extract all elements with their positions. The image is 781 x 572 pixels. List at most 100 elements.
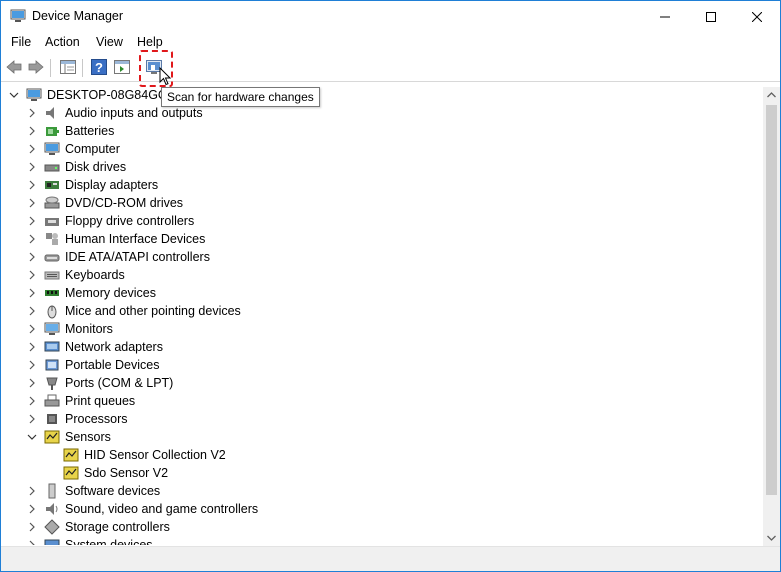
expand-chevron-icon[interactable] <box>26 323 38 335</box>
expand-chevron-icon[interactable] <box>26 359 38 371</box>
vertical-scrollbar[interactable] <box>763 87 780 546</box>
tree-item-label: Network adapters <box>65 340 163 354</box>
menu-action[interactable]: Action <box>45 35 80 49</box>
tree-item-label: Ports (COM & LPT) <box>65 376 174 390</box>
expand-chevron-icon[interactable] <box>26 125 38 137</box>
computer-icon <box>44 141 60 157</box>
back-button[interactable] <box>4 57 24 77</box>
tree-category[interactable]: Computer <box>26 140 120 158</box>
expand-chevron-icon[interactable] <box>26 503 38 515</box>
printer-icon <box>44 393 60 409</box>
expand-chevron-icon[interactable] <box>26 521 38 533</box>
title-bar: Device Manager <box>1 1 780 32</box>
tree-category[interactable]: Human Interface Devices <box>26 230 205 248</box>
expand-chevron-icon[interactable] <box>26 179 38 191</box>
dvd-drive-icon <box>44 195 60 211</box>
expand-chevron-icon[interactable] <box>26 143 38 155</box>
tree-category[interactable]: Processors <box>26 410 128 428</box>
tree-category[interactable]: Batteries <box>26 122 114 140</box>
tree-device[interactable]: HID Sensor Collection V2 <box>45 446 226 464</box>
tree-category[interactable]: Sound, video and game controllers <box>26 500 258 518</box>
speaker-icon <box>44 105 60 121</box>
scroll-thumb[interactable] <box>766 105 777 495</box>
tree-device[interactable]: Sdo Sensor V2 <box>45 464 168 482</box>
tree-item-label: Audio inputs and outputs <box>65 106 203 120</box>
sensor-device-icon <box>63 447 79 463</box>
tree-category[interactable]: Mice and other pointing devices <box>26 302 241 320</box>
expand-chevron-icon[interactable] <box>26 539 38 545</box>
help-button[interactable]: ? <box>89 57 109 77</box>
show-hide-console-tree-button[interactable] <box>58 57 78 77</box>
tree-item-label: Batteries <box>65 124 115 138</box>
tree-item-label: Computer <box>65 142 120 156</box>
console-tree-icon <box>60 60 76 74</box>
menu-help[interactable]: Help <box>137 35 163 49</box>
menu-view[interactable]: View <box>96 35 123 49</box>
expand-chevron-icon[interactable] <box>26 341 38 353</box>
tree-root[interactable]: DESKTOP-08G84GC <box>8 86 167 104</box>
expand-chevron-icon[interactable] <box>26 485 38 497</box>
collapse-chevron-icon[interactable] <box>26 431 38 443</box>
expand-chevron-icon[interactable] <box>26 413 38 425</box>
tree-category[interactable]: Disk drives <box>26 158 126 176</box>
scroll-down-arrow-icon[interactable] <box>767 535 776 541</box>
expand-chevron-icon[interactable] <box>26 269 38 281</box>
tree-item-label: Sound, video and game controllers <box>65 502 259 516</box>
tree-category[interactable]: Monitors <box>26 320 113 338</box>
expand-chevron-icon[interactable] <box>26 233 38 245</box>
tree-item-label: Memory devices <box>65 286 156 300</box>
expand-chevron-icon[interactable] <box>26 305 38 317</box>
device-manager-icon <box>10 9 26 22</box>
tree-item-label: Sdo Sensor V2 <box>84 466 169 480</box>
device-manager-window: Device Manager File Action View Help ? S… <box>0 0 781 572</box>
forward-button[interactable] <box>26 57 46 77</box>
tree-item-label: Floppy drive controllers <box>65 214 195 228</box>
collapse-chevron-icon[interactable] <box>8 89 20 101</box>
tree-category[interactable]: Storage controllers <box>26 518 170 536</box>
expand-chevron-icon[interactable] <box>26 377 38 389</box>
properties-button[interactable] <box>112 57 132 77</box>
tree-item-label: Storage controllers <box>65 520 170 534</box>
tree-category[interactable]: Sensors <box>26 428 111 446</box>
expand-chevron-icon[interactable] <box>26 161 38 173</box>
tree-category[interactable]: System devices <box>26 536 153 545</box>
expand-chevron-icon[interactable] <box>26 287 38 299</box>
tree-category[interactable]: Memory devices <box>26 284 156 302</box>
scroll-up-arrow-icon[interactable] <box>767 92 776 98</box>
menu-file[interactable]: File <box>11 35 31 49</box>
tree-category[interactable]: Portable Devices <box>26 356 160 374</box>
tree-category[interactable]: Software devices <box>26 482 160 500</box>
expand-chevron-icon[interactable] <box>26 107 38 119</box>
expand-chevron-icon[interactable] <box>26 197 38 209</box>
expand-chevron-icon[interactable] <box>26 251 38 263</box>
mouse-cursor-icon <box>159 67 171 86</box>
toolbar-separator <box>82 59 83 77</box>
expand-chevron-icon[interactable] <box>26 395 38 407</box>
tree-category[interactable]: Print queues <box>26 392 135 410</box>
close-button[interactable] <box>734 1 780 32</box>
tree-category[interactable]: Ports (COM & LPT) <box>26 374 173 392</box>
tree-category[interactable]: Display adapters <box>26 176 158 194</box>
expand-chevron-icon[interactable] <box>26 215 38 227</box>
back-arrow-icon <box>6 60 22 74</box>
disk-drive-icon <box>44 159 60 175</box>
help-question-icon: ? <box>91 59 107 75</box>
tree-category[interactable]: Keyboards <box>26 266 125 284</box>
close-icon <box>752 11 762 22</box>
monitor-icon <box>44 321 60 337</box>
tree-item-label: Sensors <box>65 430 111 444</box>
tree-item-label: Keyboards <box>65 268 125 282</box>
tree-category[interactable]: Floppy drive controllers <box>26 212 194 230</box>
tree-item-label: DVD/CD-ROM drives <box>65 196 184 210</box>
software-device-icon <box>44 483 60 499</box>
mouse-icon <box>44 303 60 319</box>
maximize-button[interactable] <box>688 1 734 32</box>
minimize-button[interactable] <box>642 1 688 32</box>
tree-category[interactable]: Network adapters <box>26 338 163 356</box>
tree-category[interactable]: IDE ATA/ATAPI controllers <box>26 248 210 266</box>
tree-item-label: Human Interface Devices <box>65 232 206 246</box>
system-device-icon <box>44 537 60 545</box>
tree-category[interactable]: DVD/CD-ROM drives <box>26 194 183 212</box>
computer-icon <box>26 87 42 103</box>
maximize-icon <box>706 11 716 22</box>
